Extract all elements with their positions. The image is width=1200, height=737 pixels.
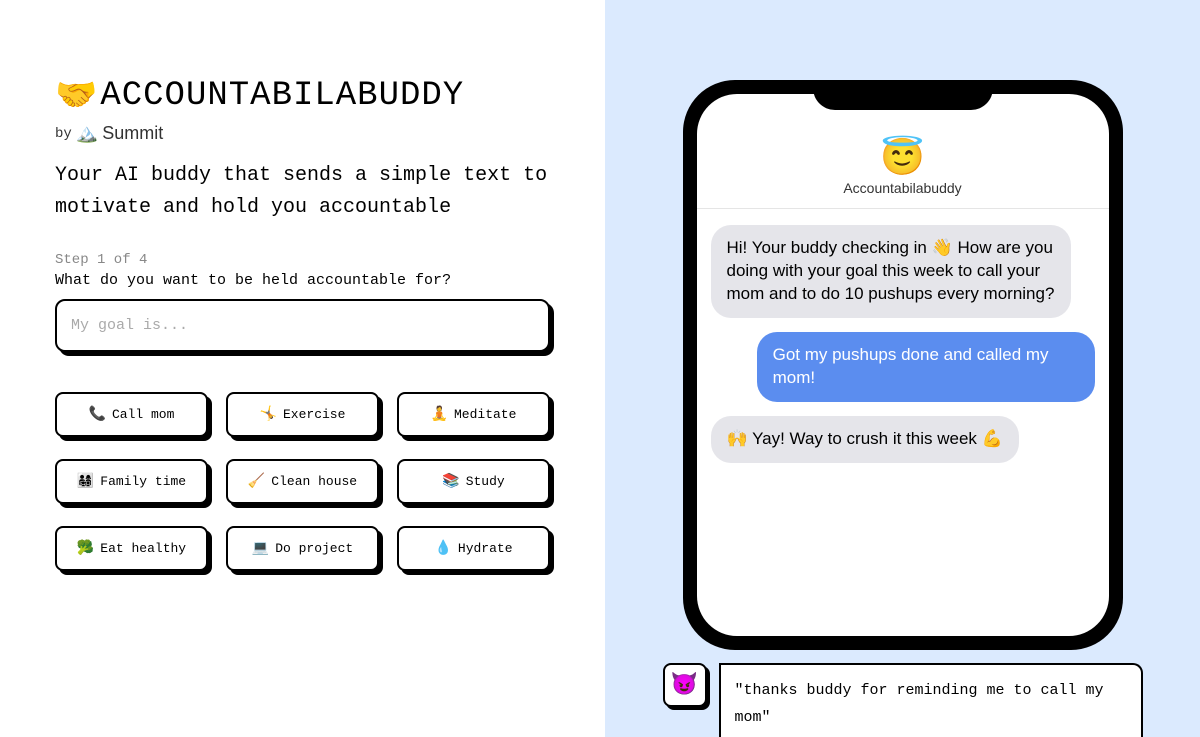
laptop-icon: 💻 [252, 540, 269, 557]
suggestion-label: Call mom [112, 407, 174, 422]
suggestion-label: Clean house [271, 474, 357, 489]
meditate-icon: 🧘 [431, 406, 448, 423]
goal-input-wrap [55, 299, 550, 352]
suggestion-clean-house[interactable]: 🧹 Clean house [226, 459, 379, 504]
chat-header: 😇 Accountabilabuddy [697, 94, 1109, 209]
message-incoming: Hi! Your buddy checking in 👋 How are you… [711, 225, 1072, 318]
message-incoming: 🙌 Yay! Way to crush it this week 💪 [711, 416, 1019, 463]
suggestion-label: Family time [100, 474, 186, 489]
message-outgoing: Got my pushups done and called my mom! [757, 332, 1095, 402]
testimonial-text: "thanks buddy for reminding me to call m… [719, 663, 1143, 737]
suggestion-label: Exercise [283, 407, 345, 422]
family-icon: 👨‍👩‍👧‍👦 [77, 473, 94, 490]
testimonial: 😈 "thanks buddy for reminding me to call… [663, 663, 1143, 737]
suggestion-family-time[interactable]: 👨‍👩‍👧‍👦 Family time [55, 459, 208, 504]
suggestion-hydrate[interactable]: 💧 Hydrate [397, 526, 550, 571]
contact-name: Accountabilabuddy [697, 180, 1109, 196]
form-prompt: What do you want to be held accountable … [55, 272, 550, 289]
company-name: Summit [102, 123, 163, 144]
phone-mockup: 😇 Accountabilabuddy Hi! Your buddy check… [683, 80, 1123, 650]
right-panel: 😇 Accountabilabuddy Hi! Your buddy check… [605, 0, 1200, 737]
suggestion-label: Eat healthy [100, 541, 186, 556]
suggestion-eat-healthy[interactable]: 🥦 Eat healthy [55, 526, 208, 571]
app-title: 🤝 ACCOUNTABILABUDDY [55, 75, 550, 117]
suggestion-do-project[interactable]: 💻 Do project [226, 526, 379, 571]
phone-screen: 😇 Accountabilabuddy Hi! Your buddy check… [697, 94, 1109, 636]
tagline: Your AI buddy that sends a simple text t… [55, 160, 550, 224]
chat-body: Hi! Your buddy checking in 👋 How are you… [697, 209, 1109, 479]
phone-icon: 📞 [89, 406, 106, 423]
mountain-icon: 🏔️ [76, 123, 98, 144]
phone-notch [813, 80, 993, 110]
suggestion-exercise[interactable]: 🤸 Exercise [226, 392, 379, 437]
suggestions-grid: 📞 Call mom 🤸 Exercise 🧘 Meditate 👨‍👩‍👧‍👦… [55, 392, 550, 571]
goal-input[interactable] [55, 299, 550, 352]
by-prefix: by [55, 126, 72, 142]
devil-icon: 😈 [671, 672, 698, 698]
testimonial-avatar: 😈 [663, 663, 707, 707]
byline: by 🏔️ Summit [55, 123, 550, 144]
broccoli-icon: 🥦 [77, 540, 94, 557]
angel-icon: 😇 [697, 136, 1109, 178]
broom-icon: 🧹 [248, 473, 265, 490]
suggestion-label: Study [466, 474, 505, 489]
suggestion-call-mom[interactable]: 📞 Call mom [55, 392, 208, 437]
left-panel: 🤝 ACCOUNTABILABUDDY by 🏔️ Summit Your AI… [0, 0, 605, 737]
suggestion-meditate[interactable]: 🧘 Meditate [397, 392, 550, 437]
suggestion-label: Hydrate [458, 541, 513, 556]
suggestion-label: Meditate [454, 407, 516, 422]
handshake-icon: 🤝 [55, 75, 98, 117]
app-title-text: ACCOUNTABILABUDDY [100, 77, 464, 115]
step-label: Step 1 of 4 [55, 252, 550, 268]
exercise-icon: 🤸 [260, 406, 277, 423]
suggestion-study[interactable]: 📚 Study [397, 459, 550, 504]
suggestion-label: Do project [275, 541, 353, 556]
droplet-icon: 💧 [434, 540, 451, 557]
books-icon: 📚 [442, 473, 459, 490]
